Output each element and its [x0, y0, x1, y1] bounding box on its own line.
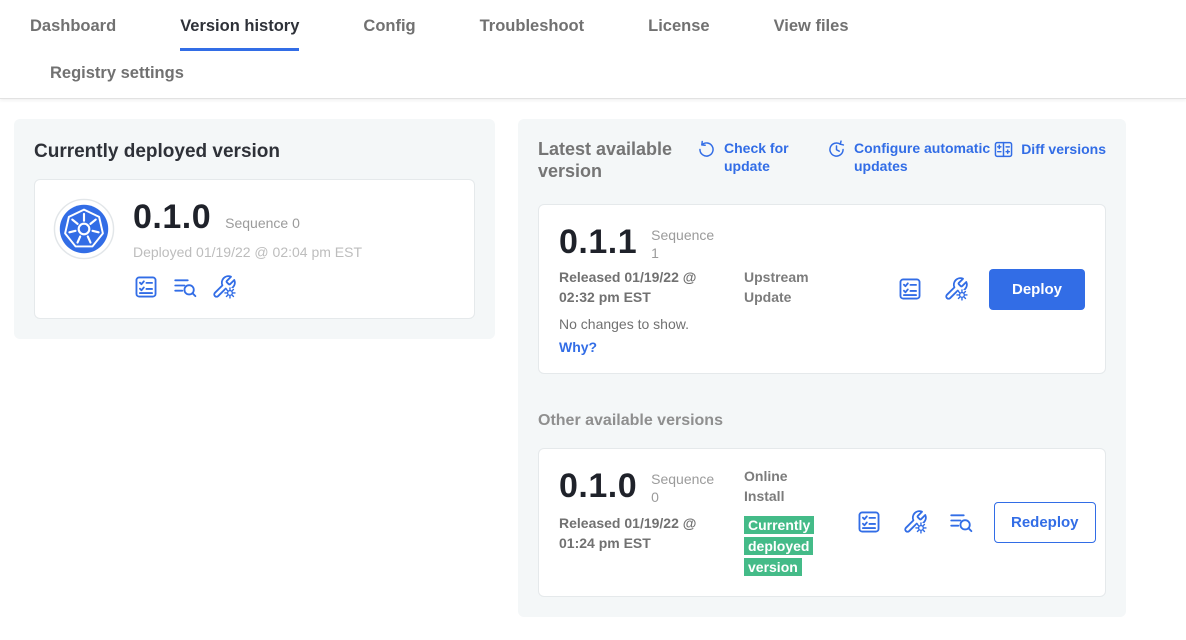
tab-troubleshoot[interactable]: Troubleshoot [480, 17, 585, 51]
diff-icon [993, 139, 1014, 160]
currently-deployed-badge: Currently deployed version [744, 516, 814, 576]
deployed-version-number: 0.1.0 [133, 198, 211, 237]
deployed-card-actions [133, 274, 362, 300]
deployed-badge-wrap: Currently deployed version [744, 515, 824, 578]
redeploy-button[interactable]: Redeploy [994, 502, 1096, 543]
check-for-update-link[interactable]: Check for update [696, 139, 802, 175]
top-nav: Dashboard Version history Config Trouble… [0, 0, 1186, 99]
latest-version-info: 0.1.1 Sequence 1 Released 01/19/22 @ 02:… [559, 223, 897, 355]
config-icon[interactable] [902, 509, 928, 535]
latest-meta-row: Released 01/19/22 @ 02:32 pm EST Upstrea… [559, 268, 897, 307]
other-source-col: Online Install Currently deployed versio… [744, 467, 856, 577]
deployed-timestamp: Deployed 01/19/22 @ 02:04 pm EST [133, 244, 362, 260]
main-content: Currently deployed version 0.1.0 Sequenc… [0, 99, 1186, 617]
check-for-update-label: Check for update [724, 139, 802, 175]
nav-row-secondary: Registry settings [0, 51, 1186, 98]
deployed-sequence: Sequence 0 [225, 215, 300, 231]
release-notes-icon[interactable] [133, 274, 159, 300]
other-released-timestamp: Released 01/19/22 @ 01:24 pm EST [559, 514, 709, 553]
schedule-icon [826, 139, 847, 160]
latest-sequence: Sequence 1 [651, 227, 721, 262]
latest-card-actions: Deploy [897, 269, 1085, 310]
currently-deployed-panel: Currently deployed version 0.1.0 Sequenc… [14, 119, 495, 339]
other-versions-title: Other available versions [538, 412, 1106, 430]
other-sequence: Sequence 0 [651, 471, 721, 506]
other-source-label: Online Install [744, 467, 824, 506]
why-link[interactable]: Why? [559, 339, 897, 355]
tab-dashboard[interactable]: Dashboard [30, 17, 116, 51]
other-version-number: 0.1.0 [559, 467, 637, 506]
other-card-actions: Redeploy [856, 502, 1096, 543]
tab-config[interactable]: Config [363, 17, 415, 51]
tab-license[interactable]: License [648, 17, 709, 51]
available-panel-header: Latest available version Check for updat… [538, 139, 1106, 182]
changes-note: No changes to show. [559, 316, 897, 332]
latest-source-label: Upstream Update [744, 268, 824, 307]
config-icon[interactable] [211, 274, 237, 300]
tab-view-files[interactable]: View files [774, 17, 849, 51]
configure-updates-link[interactable]: Configure automatic updates [826, 139, 992, 175]
latest-version-number: 0.1.1 [559, 223, 637, 262]
other-version-row: 0.1.0 Sequence 0 [559, 467, 744, 506]
tab-registry-settings[interactable]: Registry settings [50, 64, 1186, 83]
config-icon[interactable] [943, 276, 969, 302]
release-notes-icon[interactable] [897, 276, 923, 302]
diff-versions-link[interactable]: Diff versions [993, 139, 1106, 160]
deployed-version-row: 0.1.0 Sequence 0 [133, 198, 362, 237]
preflight-results-icon[interactable] [172, 274, 198, 300]
latest-version-row: 0.1.1 Sequence 1 [559, 223, 897, 262]
other-version-info: 0.1.0 Sequence 0 Released 01/19/22 @ 01:… [559, 467, 856, 577]
available-versions-panel: Latest available version Check for updat… [518, 119, 1126, 617]
deployed-panel-title: Currently deployed version [34, 141, 475, 163]
release-notes-icon[interactable] [856, 509, 882, 535]
refresh-icon [696, 139, 717, 160]
diff-versions-label: Diff versions [1021, 140, 1106, 158]
deployed-version-card: 0.1.0 Sequence 0 Deployed 01/19/22 @ 02:… [34, 179, 475, 319]
latest-available-title: Latest available version [538, 139, 696, 182]
configure-updates-label: Configure automatic updates [854, 139, 992, 175]
nav-row-primary: Dashboard Version history Config Trouble… [0, 0, 1186, 51]
other-version-col: 0.1.0 Sequence 0 Released 01/19/22 @ 01:… [559, 467, 744, 577]
tab-version-history[interactable]: Version history [180, 17, 299, 51]
kubernetes-app-logo [53, 198, 115, 260]
preflight-results-icon[interactable] [948, 509, 974, 535]
latest-released-timestamp: Released 01/19/22 @ 02:32 pm EST [559, 268, 709, 307]
latest-version-card: 0.1.1 Sequence 1 Released 01/19/22 @ 02:… [538, 204, 1106, 374]
other-version-card: 0.1.0 Sequence 0 Released 01/19/22 @ 01:… [538, 448, 1106, 596]
deploy-button[interactable]: Deploy [989, 269, 1085, 310]
deployed-version-info: 0.1.0 Sequence 0 Deployed 01/19/22 @ 02:… [133, 198, 362, 300]
